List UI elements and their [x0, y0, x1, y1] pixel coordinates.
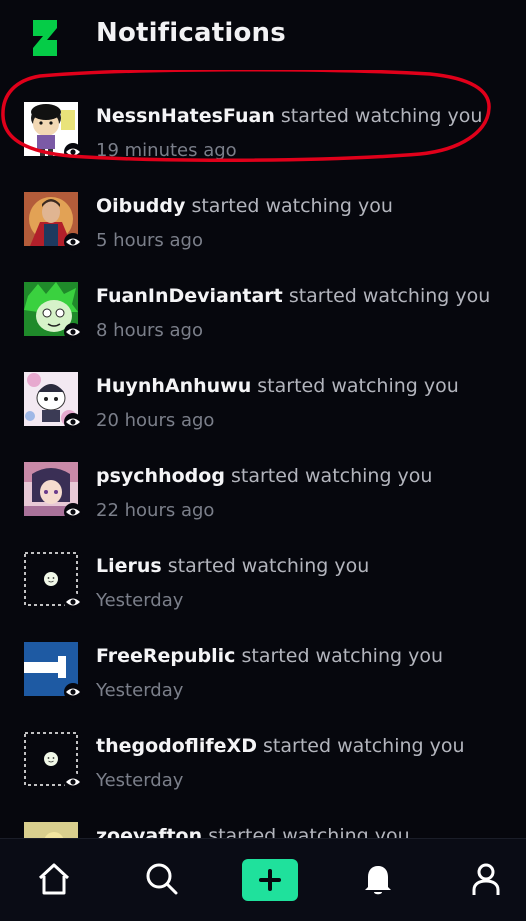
- watch-eye-icon: [64, 233, 82, 251]
- notification-action: started watching you: [288, 285, 491, 307]
- username-link[interactable]: Oibuddy: [96, 195, 185, 217]
- notification-action: started watching you: [208, 825, 410, 838]
- username-link[interactable]: psychhodog: [96, 465, 225, 487]
- notification-item[interactable]: zoeyafton started watching you: [0, 810, 526, 838]
- notification-text: Oibuddy started watching you: [96, 195, 393, 217]
- profile-icon[interactable]: [466, 859, 506, 899]
- notification-item[interactable]: thegodoflifeXD started watching you Yest…: [0, 720, 526, 810]
- deviantart-logo-icon[interactable]: [33, 20, 57, 56]
- username-link[interactable]: HuynhAnhuwu: [96, 375, 251, 397]
- username-link[interactable]: zoeyafton: [96, 825, 202, 838]
- notification-action: started watching you: [241, 645, 444, 667]
- notification-text: FuanInDeviantart started watching you: [96, 285, 490, 307]
- home-icon[interactable]: [34, 859, 74, 899]
- notification-text: zoeyafton started watching you: [96, 825, 410, 838]
- search-icon[interactable]: [142, 859, 182, 899]
- notification-item[interactable]: FuanInDeviantart started watching you 8 …: [0, 270, 526, 360]
- notification-text: FreeRepublic started watching you: [96, 645, 443, 667]
- app-header: Notifications: [0, 0, 526, 75]
- watch-eye-icon: [64, 773, 82, 791]
- username-link[interactable]: FreeRepublic: [96, 645, 235, 667]
- notification-action: started watching you: [191, 195, 393, 217]
- watch-eye-icon: [64, 413, 82, 431]
- bell-icon[interactable]: [358, 859, 398, 899]
- username-link[interactable]: FuanInDeviantart: [96, 285, 283, 307]
- notification-action: started watching you: [230, 465, 433, 487]
- bottom-navigation: [0, 838, 526, 921]
- notifications-list: NessnHatesFuan started watching you 19 m…: [0, 90, 526, 838]
- watch-eye-icon: [64, 503, 82, 521]
- notification-text: thegodoflifeXD started watching you: [96, 735, 465, 757]
- notification-time: Yesterday: [96, 770, 184, 791]
- notification-item[interactable]: FreeRepublic started watching you Yester…: [0, 630, 526, 720]
- notification-time: 22 hours ago: [96, 500, 215, 521]
- username-link[interactable]: thegodoflifeXD: [96, 735, 257, 757]
- notification-action: started watching you: [257, 375, 459, 397]
- create-plus-icon: [259, 869, 281, 891]
- create-button[interactable]: [242, 859, 298, 901]
- notification-text: Lierus started watching you: [96, 555, 369, 577]
- notification-text: HuynhAnhuwu started watching you: [96, 375, 459, 397]
- highlight-annotation: [1, 70, 491, 162]
- notification-time: Yesterday: [96, 590, 184, 611]
- watch-eye-icon: [64, 593, 82, 611]
- avatar[interactable]: [24, 822, 78, 838]
- notification-item[interactable]: HuynhAnhuwu started watching you 20 hour…: [0, 360, 526, 450]
- username-link[interactable]: Lierus: [96, 555, 162, 577]
- notification-time: 5 hours ago: [96, 230, 203, 251]
- watch-eye-icon: [64, 683, 82, 701]
- notification-text: psychhodog started watching you: [96, 465, 432, 487]
- page-title: Notifications: [96, 18, 286, 48]
- notification-time: Yesterday: [96, 680, 184, 701]
- notification-time: 8 hours ago: [96, 320, 203, 341]
- notification-action: started watching you: [263, 735, 465, 757]
- notification-item[interactable]: Lierus started watching you Yesterday: [0, 540, 526, 630]
- notification-time: 20 hours ago: [96, 410, 215, 431]
- watch-eye-icon: [64, 323, 82, 341]
- notification-item[interactable]: Oibuddy started watching you 5 hours ago: [0, 180, 526, 270]
- notification-item[interactable]: psychhodog started watching you 22 hours…: [0, 450, 526, 540]
- notification-action: started watching you: [167, 555, 370, 577]
